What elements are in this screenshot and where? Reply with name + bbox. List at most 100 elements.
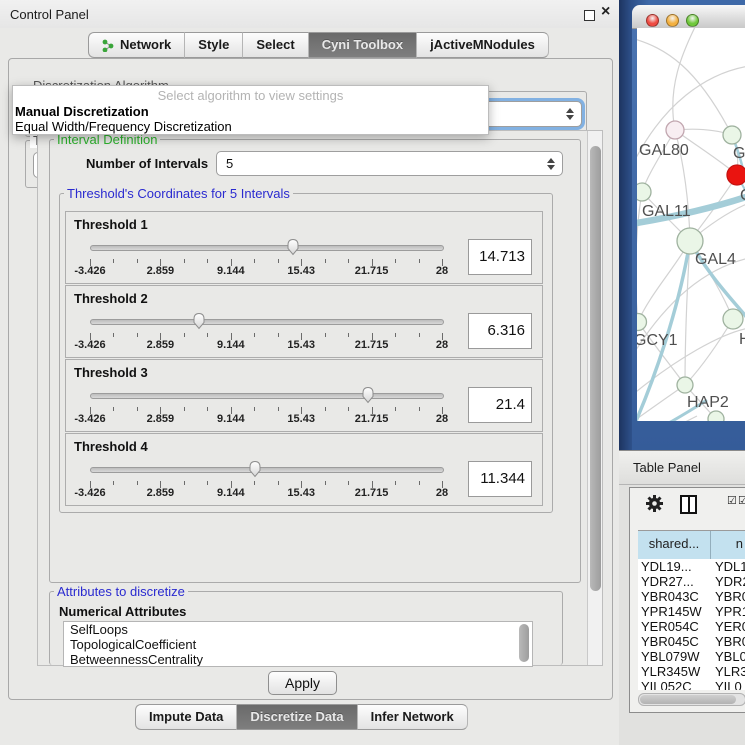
tab-select[interactable]: Select bbox=[243, 32, 308, 58]
attribute-list-item[interactable]: TopologicalCoefficient bbox=[64, 637, 532, 652]
apply-button[interactable]: Apply bbox=[268, 671, 337, 695]
network-edge[interactable] bbox=[637, 416, 697, 421]
table-hscrollbar-thumb[interactable] bbox=[640, 695, 736, 704]
table-cell: YBL079W bbox=[638, 649, 711, 664]
node[interactable] bbox=[708, 411, 724, 421]
table-rows: YDL19...YDL1YDR27...YDR2YBR043CYBR0YPR14… bbox=[638, 559, 745, 690]
panel-scrollbar-thumb[interactable] bbox=[590, 146, 601, 591]
slider-scale-label: 2.859 bbox=[147, 339, 175, 351]
threshold-slider-thumb[interactable] bbox=[360, 385, 376, 404]
GCY1-node[interactable] bbox=[637, 314, 647, 331]
panel-scrollbar-track[interactable] bbox=[587, 131, 602, 665]
threshold-slider-track[interactable] bbox=[90, 245, 444, 251]
right-region: GAL80GAGAL11CGAL4GCY1HHAP2 Table Panel bbox=[619, 0, 745, 745]
table-row[interactable]: YLR345WYLR3 bbox=[638, 664, 745, 679]
tab-jactivemnodules[interactable]: jActiveMNodules bbox=[417, 32, 549, 58]
node-label: GAL11 bbox=[642, 203, 691, 220]
slider-tick bbox=[113, 407, 114, 411]
slider-scale-label: 21.715 bbox=[355, 339, 389, 351]
table-cell: YDR2 bbox=[711, 574, 745, 589]
network-canvas[interactable]: GAL80GAGAL11CGAL4GCY1HHAP2 bbox=[637, 28, 745, 421]
threshold-slider-track[interactable] bbox=[90, 319, 444, 325]
tab-label: Select bbox=[256, 33, 294, 57]
threshold-row-2: Threshold 2-3.4262.8599.14415.4321.71528… bbox=[65, 285, 543, 358]
slider-scale-label: 28 bbox=[436, 265, 448, 277]
tab-style[interactable]: Style bbox=[185, 32, 243, 58]
threshold-slider-thumb[interactable] bbox=[191, 311, 207, 330]
slider-scale-label: 15.43 bbox=[287, 339, 315, 351]
slider-tick bbox=[137, 481, 138, 485]
table-row[interactable]: YIL052CYIL0 bbox=[638, 679, 745, 690]
slider-tick bbox=[254, 259, 255, 263]
node[interactable] bbox=[723, 126, 741, 144]
algorithm-option-manual[interactable]: Manual Discretization bbox=[13, 104, 488, 119]
bottom-tab-discretize-data[interactable]: Discretize Data bbox=[237, 704, 357, 730]
minimize-traffic-light-icon[interactable] bbox=[666, 14, 679, 27]
HAP2-node[interactable] bbox=[677, 377, 693, 393]
threshold-value-field[interactable]: 21.4 bbox=[468, 387, 532, 423]
tab-network[interactable]: Network bbox=[88, 32, 185, 58]
checkbox-icon[interactable]: ☑ bbox=[738, 494, 745, 507]
network-edge[interactable] bbox=[673, 28, 697, 130]
slider-scale-label: 28 bbox=[436, 487, 448, 499]
slider-tick bbox=[419, 333, 420, 337]
slider-tick bbox=[348, 333, 349, 337]
thresholds-group-title: Threshold's Coordinates for 5 Intervals bbox=[64, 186, 293, 201]
algorithm-option-equal-width[interactable]: Equal Width/Frequency Discretization bbox=[13, 119, 488, 134]
slider-scale-label: 9.144 bbox=[217, 339, 245, 351]
table-row[interactable]: YDR27...YDR2 bbox=[638, 574, 745, 589]
checkbox-icon[interactable]: ☑ bbox=[727, 494, 737, 507]
node[interactable] bbox=[723, 309, 743, 329]
threshold-label: Threshold 4 bbox=[74, 439, 148, 454]
bottom-tab-infer-network[interactable]: Infer Network bbox=[358, 704, 468, 730]
GAL80-node[interactable] bbox=[666, 121, 684, 139]
red-node[interactable] bbox=[727, 165, 745, 185]
table-row[interactable]: YPR145WYPR1 bbox=[638, 604, 745, 619]
slider-tick bbox=[348, 259, 349, 263]
threshold-slider-thumb[interactable] bbox=[285, 237, 301, 256]
attribute-list-item[interactable]: SelfLoops bbox=[64, 622, 532, 637]
close-traffic-light-icon[interactable] bbox=[646, 14, 659, 27]
slider-scale-label: 21.715 bbox=[355, 413, 389, 425]
slider-tick bbox=[254, 407, 255, 411]
network-edge[interactable] bbox=[637, 38, 732, 135]
slider-tick bbox=[419, 259, 420, 263]
slider-tick bbox=[113, 259, 114, 263]
slider-scale-label: 21.715 bbox=[355, 265, 389, 277]
threshold-value-field[interactable]: 11.344 bbox=[468, 461, 532, 497]
slider-scale-label: 2.859 bbox=[147, 265, 175, 277]
slider-tick bbox=[184, 259, 185, 263]
tab-label: Impute Data bbox=[149, 705, 223, 729]
node-label: HAP2 bbox=[687, 394, 729, 411]
threshold-slider-track[interactable] bbox=[90, 393, 444, 399]
table-row[interactable]: YBR045CYBR0 bbox=[638, 634, 745, 649]
threshold-value-field[interactable]: 14.713 bbox=[468, 239, 532, 275]
tab-cyni-toolbox[interactable]: Cyni Toolbox bbox=[309, 32, 417, 58]
table-row[interactable]: YBL079WYBL0 bbox=[638, 649, 745, 664]
zoom-traffic-light-icon[interactable] bbox=[686, 14, 699, 27]
table-cell: YBL0 bbox=[711, 649, 745, 664]
slider-scale-label: 28 bbox=[436, 339, 448, 351]
table-cell: YDL19... bbox=[638, 559, 711, 574]
attribute-list-item[interactable]: BetweennessCentrality bbox=[64, 652, 532, 667]
threshold-slider-track[interactable] bbox=[90, 467, 444, 473]
column-header-2[interactable]: n bbox=[711, 531, 745, 559]
split-columns-icon[interactable] bbox=[680, 495, 697, 514]
bottom-tab-impute-data[interactable]: Impute Data bbox=[135, 704, 237, 730]
table-row[interactable]: YDL19...YDL1 bbox=[638, 559, 745, 574]
table-panel-title: Table Panel bbox=[633, 460, 701, 475]
threshold-slider-thumb[interactable] bbox=[247, 459, 263, 478]
gear-icon[interactable] bbox=[646, 495, 663, 512]
column-header-1[interactable]: shared... bbox=[638, 531, 711, 559]
number-of-intervals-combobox[interactable]: 5 bbox=[216, 151, 563, 176]
GAL11-node[interactable] bbox=[637, 183, 651, 201]
table-row[interactable]: YER054CYER0 bbox=[638, 619, 745, 634]
close-icon[interactable]: × bbox=[601, 3, 610, 21]
table-hscrollbar-track[interactable] bbox=[638, 693, 745, 706]
list-scrollbar-thumb[interactable] bbox=[519, 624, 529, 662]
network-window-titlebar[interactable] bbox=[632, 5, 745, 29]
threshold-value-field[interactable]: 6.316 bbox=[468, 313, 532, 349]
table-cell: YBR045C bbox=[638, 634, 711, 649]
float-icon[interactable] bbox=[584, 10, 595, 21]
table-row[interactable]: YBR043CYBR0 bbox=[638, 589, 745, 604]
